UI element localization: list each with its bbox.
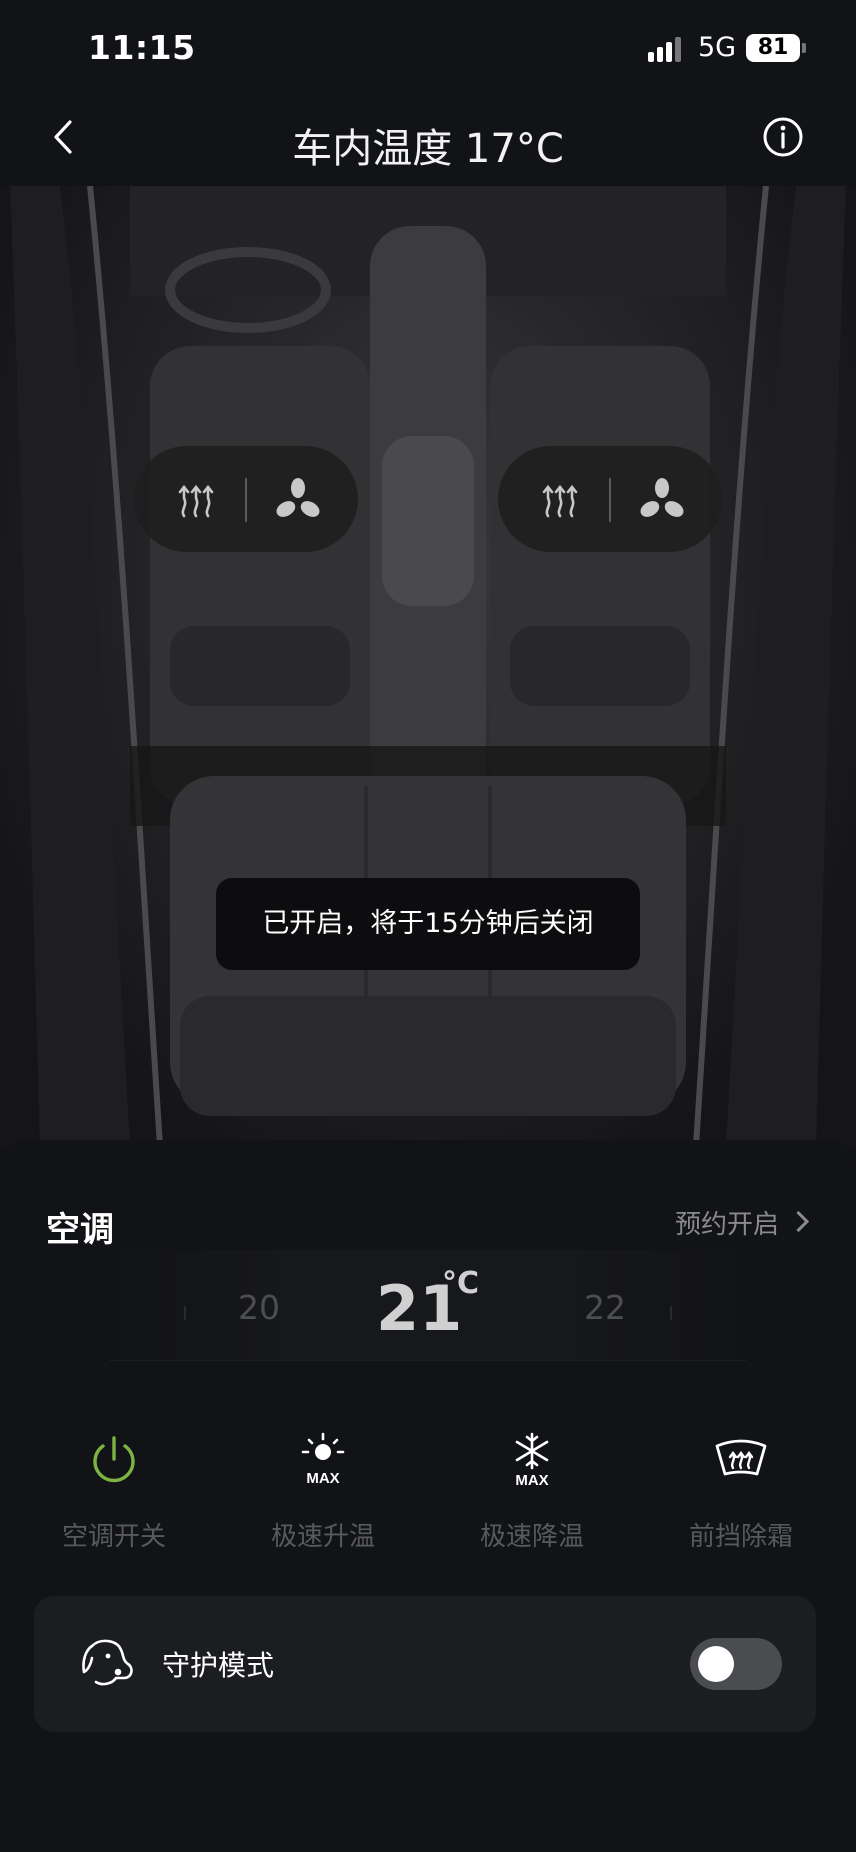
rapid-heat-label: 极速升温 <box>270 1522 375 1552</box>
ac-panel: 空调 预约开启 20 21 °C 22 空调开关 MAX 极速升温 MAX 极速… <box>0 1140 856 1852</box>
windshield-defrost-label: 前挡除霜 <box>688 1522 793 1552</box>
screen: 11:15 5G 81 车内温度 17°C 已开启，将于15分钟后关闭 空调 预… <box>0 0 856 1852</box>
seat-ventilation-icon[interactable] <box>638 476 686 524</box>
svg-text:MAX: MAX <box>306 1470 339 1487</box>
rapid-cool-button[interactable]: MAX 极速降温 <box>452 1430 612 1560</box>
toggle-knob <box>698 1646 734 1682</box>
schedule-link[interactable]: 预约开启 <box>674 1204 810 1241</box>
picker-tick <box>670 1306 672 1320</box>
rapid-cool-label: 极速降温 <box>479 1522 584 1552</box>
info-button[interactable] <box>758 112 808 162</box>
page-title: 车内温度 17°C <box>292 126 564 172</box>
windshield-defrost-button[interactable]: 前挡除霜 <box>661 1430 821 1560</box>
info-icon <box>763 117 803 157</box>
dog-icon <box>82 1639 133 1686</box>
car-interior-view <box>0 186 856 1146</box>
network-type: 5G <box>698 32 737 63</box>
pill-divider <box>245 478 247 522</box>
ac-power-button[interactable]: 空调开关 <box>34 1430 194 1560</box>
sun-max-icon: MAX <box>301 1432 345 1487</box>
battery-nub <box>802 43 806 53</box>
seat-heat-icon[interactable] <box>536 476 584 524</box>
temperature-picker[interactable]: 20 21 °C 22 <box>0 1250 856 1370</box>
ac-power-label: 空调开关 <box>61 1522 166 1552</box>
car-interior-illustration <box>10 186 846 1146</box>
chevron-right-icon <box>787 1210 810 1233</box>
status-time: 11:15 <box>88 28 196 67</box>
temperature-prev[interactable]: 20 <box>238 1288 280 1327</box>
status-bar: 11:15 5G 81 <box>0 0 856 96</box>
rapid-heat-button[interactable]: MAX 极速升温 <box>243 1430 403 1560</box>
pill-divider <box>609 478 611 522</box>
seat-ventilation-icon[interactable] <box>274 476 322 524</box>
guard-mode-toggle[interactable] <box>690 1638 782 1690</box>
battery-icon: 81 <box>746 34 800 62</box>
signal-icon <box>648 36 690 62</box>
seat-heat-icon[interactable] <box>172 476 220 524</box>
toast-message: 已开启，将于15分钟后关闭 <box>216 878 640 970</box>
temperature-unit: °C <box>442 1266 480 1301</box>
power-icon <box>93 1436 135 1483</box>
windshield-defrost-icon <box>715 1439 767 1476</box>
header: 车内温度 17°C <box>0 96 856 186</box>
picker-tick <box>184 1306 186 1320</box>
left-seat-controls <box>134 446 358 552</box>
temperature-next[interactable]: 22 <box>584 1288 626 1327</box>
schedule-label: 预约开启 <box>674 1210 779 1240</box>
guard-mode-card: 守护模式 <box>34 1596 816 1732</box>
snowflake-max-icon: MAX <box>515 1432 549 1489</box>
ac-section-title: 空调 <box>46 1210 114 1250</box>
right-seat-controls <box>498 446 722 552</box>
svg-text:MAX: MAX <box>515 1472 548 1489</box>
ac-controls: 空调开关 MAX 极速升温 MAX 极速降温 前挡除霜 <box>0 1430 856 1560</box>
guard-mode-label: 守护模式 <box>162 1649 275 1682</box>
